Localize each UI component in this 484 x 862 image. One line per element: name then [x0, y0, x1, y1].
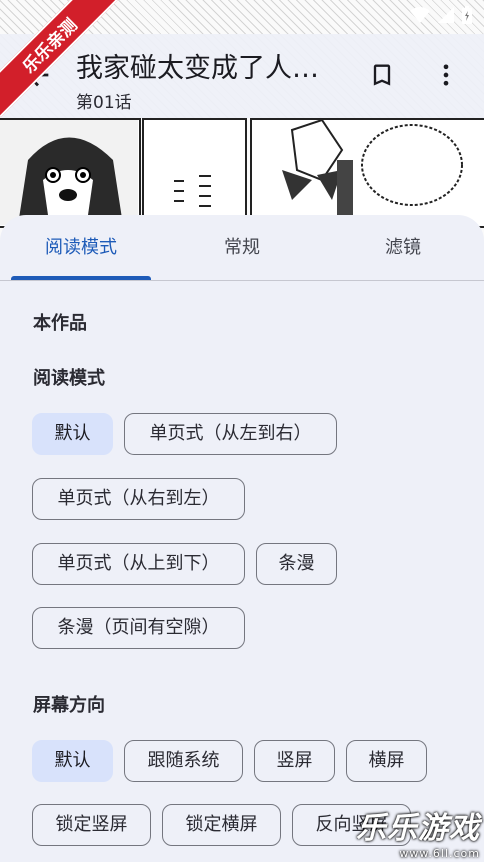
chip-reading-ltr[interactable]: 单页式（从左到右）	[124, 413, 337, 455]
tab-filter[interactable]: 滤镜	[333, 215, 473, 281]
chip-reading-webtoon-gap[interactable]: 条漫（页间有空隙）	[32, 607, 245, 649]
chip-reading-default[interactable]: 默认	[32, 413, 113, 455]
manga-panel-text	[142, 118, 247, 228]
chip-reading-webtoon[interactable]: 条漫	[256, 543, 337, 585]
chip-orientation-lock-portrait[interactable]: 锁定竖屏	[32, 804, 151, 846]
wifi-icon	[410, 7, 430, 27]
signal-icon	[438, 7, 454, 27]
chapter-label: 第01话	[76, 93, 132, 113]
active-tab-indicator	[11, 276, 151, 280]
chip-reading-rtl[interactable]: 单页式（从右到左）	[32, 478, 245, 520]
chip-orientation-landscape[interactable]: 横屏	[346, 740, 427, 782]
chip-orientation-portrait[interactable]: 竖屏	[254, 740, 335, 782]
watermark-url: www.6ll.com	[399, 847, 480, 860]
chip-reading-ttb[interactable]: 单页式（从上到下）	[32, 543, 245, 585]
settings-tabs: 阅读模式 常规 滤镜	[0, 215, 484, 281]
chip-orientation-system[interactable]: 跟随系统	[124, 740, 243, 782]
manga-panel-girl	[250, 118, 484, 228]
chip-orientation-lock-landscape[interactable]: 锁定横屏	[162, 804, 281, 846]
watermark-text: 乐乐游戏	[356, 811, 480, 846]
battery-icon	[462, 6, 472, 28]
section-title-work: 本作品	[33, 313, 87, 334]
bookmark-icon	[373, 64, 391, 86]
tab-general[interactable]: 常规	[172, 215, 312, 281]
more-options-button[interactable]	[432, 58, 460, 92]
manga-panel-dog	[0, 118, 141, 228]
manga-title: 我家碰太变成了人…	[76, 53, 319, 84]
section-title-orientation: 屏幕方向	[33, 695, 105, 716]
tab-reading-mode[interactable]: 阅读模式	[11, 215, 151, 281]
site-watermark: 乐乐游戏 www.6ll.com	[356, 803, 480, 860]
chip-orientation-default[interactable]: 默认	[32, 740, 113, 782]
more-vert-icon	[443, 64, 449, 86]
bookmark-button[interactable]	[368, 58, 396, 92]
reader-settings-sheet: 阅读模式 常规 滤镜 本作品 阅读模式 默认 单页式（从左到右） 单页式（从右到…	[0, 215, 484, 862]
section-title-reading-mode: 阅读模式	[33, 368, 105, 389]
